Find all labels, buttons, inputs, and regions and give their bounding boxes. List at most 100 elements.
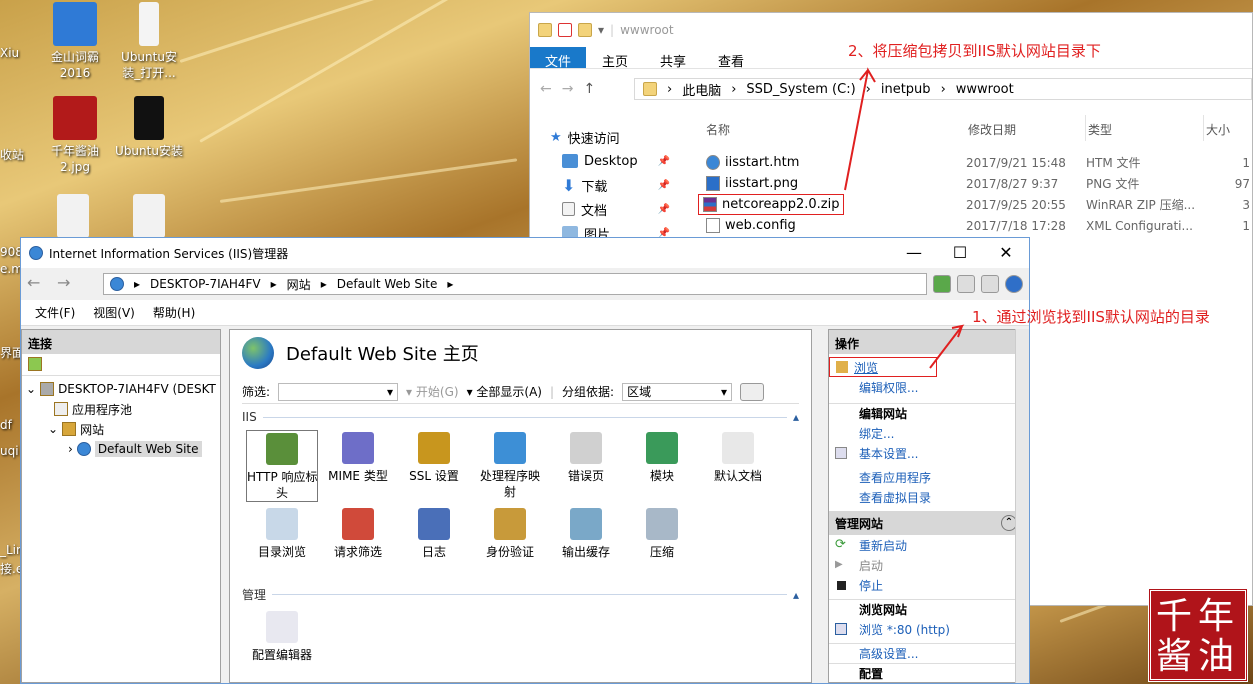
desktop-icon: [562, 154, 578, 168]
new-folder-icon[interactable]: [578, 23, 592, 37]
collapse-arrow-icon[interactable]: ▴: [793, 588, 799, 602]
collapse-icon[interactable]: ⌄: [26, 382, 36, 396]
action-browse-80[interactable]: 浏览 *:80 (http): [829, 619, 1027, 639]
action-advanced[interactable]: 高级设置...: [829, 643, 1027, 663]
expand-icon[interactable]: ›: [68, 442, 73, 456]
feature-feat-0[interactable]: HTTP 响应标 头: [246, 430, 318, 502]
column-type[interactable]: 类型: [1086, 115, 1204, 141]
nav-item-desktop[interactable]: Desktop 📌: [550, 149, 670, 173]
menu-help[interactable]: 帮助(H): [153, 304, 195, 321]
tree-node-apppools[interactable]: 应用程序池: [26, 399, 216, 419]
feature-feat-9[interactable]: 日志: [398, 506, 470, 578]
nav-item-documents[interactable]: 文档 📌: [550, 197, 670, 221]
feature-feat-3[interactable]: 处理程序映 射: [474, 430, 546, 502]
action-stop[interactable]: 停止: [829, 575, 1027, 595]
collapse-icon[interactable]: ⌄: [48, 422, 58, 436]
breadcrumb-item[interactable]: Default Web Site: [337, 277, 438, 291]
action-restart[interactable]: ⟳ 重新启动: [829, 535, 1027, 555]
feature-feat-2[interactable]: SSL 设置: [398, 430, 470, 502]
desktop-icon-doc[interactable]: [36, 194, 110, 241]
feature-label: 身份验证: [485, 545, 534, 559]
tree-node-sites[interactable]: ⌄ 网站: [26, 419, 216, 439]
action-browse[interactable]: 浏览: [829, 357, 937, 377]
group-select[interactable]: 区域 ▾: [622, 382, 733, 401]
file-type: XML Configurati...: [1086, 218, 1193, 233]
pin-icon[interactable]: 📌: [658, 204, 670, 215]
column-size[interactable]: 大小: [1204, 115, 1252, 141]
scrollbar[interactable]: [1015, 329, 1029, 683]
stop-icon[interactable]: [957, 275, 975, 293]
pin-icon[interactable]: 📌: [658, 180, 670, 191]
tab-home[interactable]: 主页: [586, 47, 644, 70]
connect-icon[interactable]: [28, 357, 42, 371]
column-name[interactable]: 名称: [706, 115, 966, 141]
menu-file[interactable]: 文件(F): [35, 304, 75, 321]
feature-label: 压缩: [649, 545, 674, 559]
desktop-icon-jinshan[interactable]: 金山词霸 2016: [38, 2, 112, 81]
maximize-button[interactable]: ☐: [937, 242, 983, 264]
feature-feat-11[interactable]: 输出缓存: [550, 506, 622, 578]
feature-feat-4[interactable]: 错误页: [550, 430, 622, 502]
feature-feat-8[interactable]: 请求筛选: [322, 506, 394, 578]
feature-feat-5[interactable]: 模块: [626, 430, 698, 502]
back-button[interactable]: ←: [27, 273, 51, 295]
folder-open-icon: [836, 361, 848, 373]
desktop-icon-jpg[interactable]: 千年酱油 2.jpg: [38, 96, 112, 175]
collapse-arrow-icon[interactable]: ▴: [793, 410, 799, 424]
feature-feat-1[interactable]: MIME 类型: [322, 430, 394, 502]
explorer-address-bar[interactable]: › 此电脑 › SSD_System (C:) › inetpub › wwwr…: [634, 78, 1252, 100]
pin-icon[interactable]: 📌: [658, 156, 670, 167]
menu-view[interactable]: 视图(V): [93, 304, 135, 321]
tab-share[interactable]: 共享: [644, 47, 702, 70]
action-view-apps[interactable]: 查看应用程序: [829, 467, 1027, 487]
column-date[interactable]: 修改日期: [966, 115, 1086, 141]
breadcrumb-item[interactable]: 网站: [287, 276, 311, 293]
file-row[interactable]: web.config 2017/7/18 17:28 XML Configura…: [706, 215, 1252, 236]
tree-node-default-site[interactable]: › Default Web Site: [26, 439, 216, 459]
up-arrow-icon[interactable]: ↑: [583, 81, 605, 97]
breadcrumb-item[interactable]: SSD_System (C:): [746, 82, 855, 97]
feature-mgmt-0[interactable]: 配置编辑器: [246, 609, 318, 681]
action-edit-permissions[interactable]: 编辑权限...: [829, 377, 1027, 397]
desktop-icon-doc[interactable]: [112, 194, 186, 241]
nav-item-downloads[interactable]: ⬇ 下载 📌: [550, 173, 670, 197]
tree-node-server[interactable]: ⌄ DESKTOP-7IAH4FV (DESKT: [26, 379, 216, 399]
feature-feat-6[interactable]: 默认文档: [702, 430, 774, 502]
explorer-nav-buttons[interactable]: ←→↑: [530, 81, 634, 97]
tab-view[interactable]: 查看: [702, 47, 760, 70]
show-all-button[interactable]: ▾ 全部显示(A): [467, 383, 542, 400]
home-icon[interactable]: [981, 275, 999, 293]
forward-button[interactable]: →: [57, 273, 81, 295]
feature-feat-7[interactable]: 目录浏览: [246, 506, 318, 578]
iis-address-bar[interactable]: ▸ DESKTOP-7IAH4FV ▸ 网站 ▸ Default Web Sit…: [103, 273, 927, 295]
action-bindings[interactable]: 绑定...: [829, 423, 1027, 443]
window-title: Internet Information Services (IIS)管理器: [49, 246, 289, 261]
feature-feat-12[interactable]: 压缩: [626, 506, 698, 578]
view-mode-icon[interactable]: [740, 382, 765, 401]
desktop-icon-ubuntu-install[interactable]: Ubuntu安 装_打开...: [112, 2, 186, 81]
start-button[interactable]: ▾ 开始(G): [406, 383, 459, 400]
tab-file[interactable]: 文件: [530, 47, 586, 70]
properties-icon[interactable]: [558, 23, 572, 37]
file-row[interactable]: iisstart.png 2017/8/27 9:37 PNG 文件 97: [706, 173, 1252, 194]
breadcrumb-item[interactable]: 此电脑: [682, 80, 721, 99]
quick-access-header[interactable]: ★ 快速访问: [550, 125, 670, 149]
action-view-vdirs[interactable]: 查看虚拟目录: [829, 487, 1027, 507]
action-basic-settings[interactable]: 基本设置...: [829, 443, 1027, 463]
desktop-icon-ubuntu-folder[interactable]: Ubuntu安装: [112, 96, 186, 159]
chevron-down-icon[interactable]: ▾: [598, 23, 604, 37]
filter-input[interactable]: ▾: [278, 382, 399, 401]
minimize-button[interactable]: —: [891, 242, 937, 264]
feature-feat-10[interactable]: 身份验证: [474, 506, 546, 578]
breadcrumb-item[interactable]: wwwroot: [956, 82, 1014, 97]
breadcrumb-item[interactable]: DESKTOP-7IAH4FV: [150, 277, 261, 291]
close-button[interactable]: ✕: [983, 242, 1029, 264]
refresh-icon[interactable]: [933, 275, 951, 293]
action-start[interactable]: ▶ 启动: [829, 555, 1027, 575]
action-label: 浏览 *:80 (http): [859, 622, 950, 637]
file-row[interactable]: netcoreapp2.0.zip 2017/9/25 20:55 WinRAR…: [698, 194, 1252, 215]
help-icon[interactable]: [1005, 275, 1023, 293]
pane-header: 操作: [829, 330, 1027, 354]
breadcrumb-item[interactable]: inetpub: [881, 82, 931, 97]
file-row[interactable]: iisstart.htm 2017/9/21 15:48 HTM 文件 1: [706, 152, 1252, 173]
